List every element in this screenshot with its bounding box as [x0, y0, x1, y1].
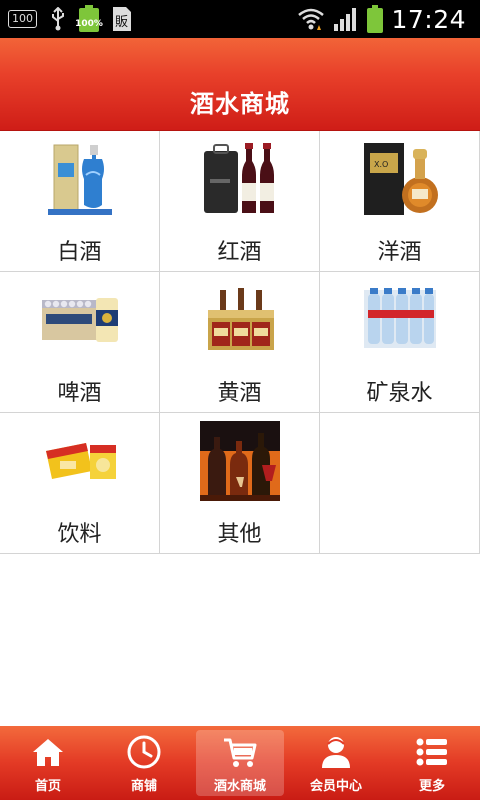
sim-card-icon: 販 [113, 7, 131, 31]
tab-shops[interactable]: 商铺 [96, 726, 192, 800]
category-label: 矿泉水 [366, 381, 433, 406]
category-row: 白酒 红酒 X.O 洋酒 [0, 131, 480, 272]
home-icon [33, 739, 63, 766]
beer-product-image [42, 298, 118, 342]
category-beverage[interactable]: 饮料 [0, 413, 160, 553]
yellow-wine-product-image [208, 288, 274, 350]
app-header: 酒水商城 [0, 38, 480, 131]
usb-icon [52, 7, 64, 31]
category-red-wine[interactable]: 红酒 [160, 131, 320, 271]
baijiu-product-image [48, 144, 112, 215]
category-label: 黄酒 [217, 381, 262, 406]
tab-label: 酒水商城 [213, 779, 266, 794]
category-beer[interactable]: 啤酒 [0, 272, 160, 412]
wifi-icon [298, 8, 325, 30]
category-label: 其他 [217, 522, 262, 547]
notification-badge: 100 [8, 10, 37, 28]
red-wine-product-image [204, 143, 274, 213]
category-liquor[interactable]: X.O 洋酒 [320, 131, 480, 271]
category-label: 白酒 [57, 240, 102, 265]
category-label: 啤酒 [57, 381, 102, 406]
category-label: 红酒 [217, 240, 262, 265]
tab-label: 首页 [34, 779, 61, 794]
category-label: 饮料 [57, 522, 102, 547]
tab-label: 会员中心 [309, 779, 362, 794]
user-icon [322, 737, 350, 768]
category-yellow-wine[interactable]: 黄酒 [160, 272, 320, 412]
svg-text:販: 販 [115, 15, 128, 30]
tab-label: 更多 [418, 779, 445, 794]
clock-icon [127, 735, 161, 769]
list-icon [416, 738, 447, 766]
bottom-tab-bar: 首页 商铺 酒水商城 会员中心 更多 [0, 726, 480, 800]
category-baijiu[interactable]: 白酒 [0, 131, 160, 271]
cart-icon [224, 738, 257, 767]
battery-charging-icon: 100% [75, 5, 103, 33]
category-empty-cell [320, 413, 480, 553]
liquor-product-image: X.O [364, 143, 438, 215]
signal-icon [334, 8, 357, 31]
category-row: 饮料 其他 [0, 413, 480, 554]
tab-label: 商铺 [130, 779, 157, 794]
status-bar: 100 100% 販 17:24 [0, 0, 480, 38]
battery-icon [367, 5, 384, 33]
category-label: 洋酒 [377, 240, 422, 265]
category-other[interactable]: 其他 [160, 413, 320, 553]
mineral-water-product-image [364, 288, 436, 348]
battery-small-label: 100% [75, 19, 103, 29]
category-grid: 白酒 红酒 X.O 洋酒 啤酒 黄酒 矿泉水 饮料 其他 [0, 131, 480, 554]
other-drinks-product-image [200, 421, 280, 501]
page-title: 酒水商城 [190, 90, 290, 118]
tab-wine-mall[interactable]: 酒水商城 [192, 726, 288, 800]
category-row: 啤酒 黄酒 矿泉水 [0, 272, 480, 413]
category-mineral-water[interactable]: 矿泉水 [320, 272, 480, 412]
clock-time: 17:24 [391, 4, 466, 34]
app-screen: 100 100% 販 17:24 酒水商城 白酒 红酒 X.O 洋酒 啤酒 黄酒… [0, 0, 480, 800]
tab-member-center[interactable]: 会员中心 [288, 726, 384, 800]
beverage-product-image [46, 443, 116, 479]
tab-home[interactable]: 首页 [0, 726, 96, 800]
tab-more[interactable]: 更多 [384, 726, 480, 800]
svg-text:X.O: X.O [374, 160, 388, 169]
